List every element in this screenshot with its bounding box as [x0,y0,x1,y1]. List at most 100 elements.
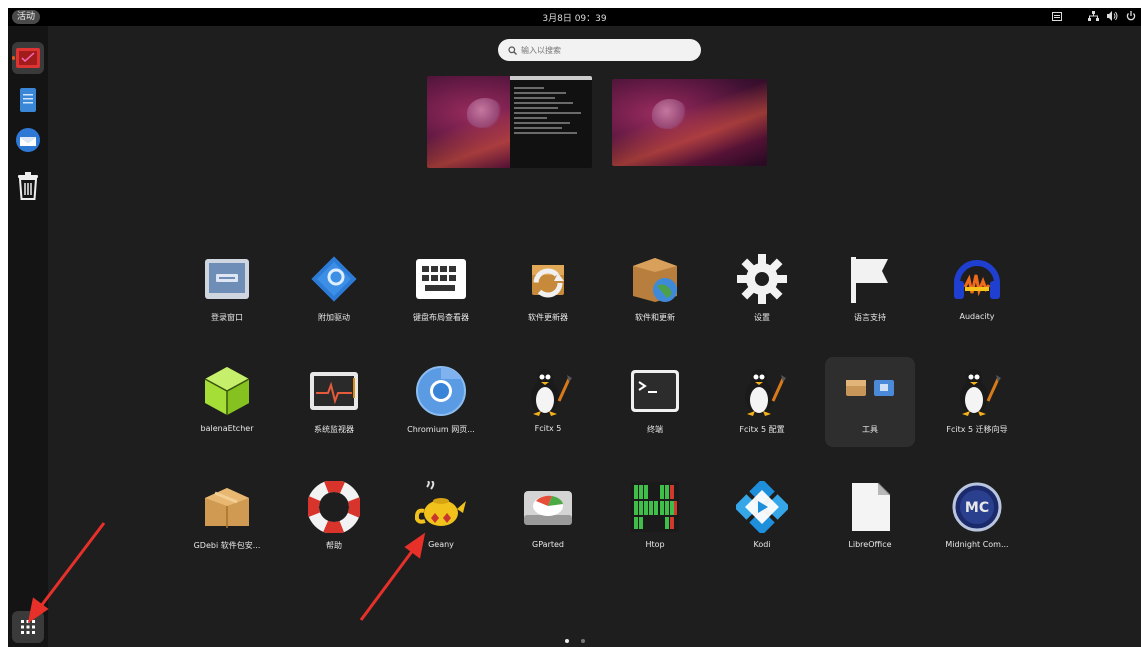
app-tile[interactable]: GDebi 软件包安... [182,473,272,563]
workspace-thumbnail-2[interactable] [612,79,767,166]
network-icon[interactable] [1087,10,1099,22]
fcitx-penguin-icon [522,365,574,417]
app-label: 工具 [862,425,878,434]
terminal-icon [629,365,681,417]
page-indicator [8,639,1141,643]
trash-icon [18,172,38,200]
fcitx-migrator-penguin-icon [951,365,1003,417]
app-label: LibreOffice [848,540,892,549]
htop-icon [629,481,681,533]
page-dot-1[interactable] [564,639,569,643]
balena-etcher-icon [201,365,253,417]
power-icon[interactable] [1125,10,1137,22]
app-grid-icon [21,620,35,634]
text-editor-icon [20,88,36,112]
app-tile[interactable]: GParted [503,473,593,563]
app-tile[interactable]: Chromium 网页... [396,357,486,447]
app-tile[interactable]: Htop [610,473,700,563]
top-bar: 活动 3月8日 09：39 [8,8,1141,26]
app-label: 系统监视器 [314,425,354,434]
app-tile[interactable]: balenaEtcher [182,357,272,447]
page-dot-2[interactable] [580,639,585,643]
midnight-commander-icon: MC [951,481,1003,533]
app-label: Audacity [959,312,995,321]
clock: 3月8日 09：39 [8,11,1141,24]
app-tile[interactable]: Kodi [717,473,807,563]
app-label: Htop [645,540,665,549]
app-label: GParted [532,540,564,549]
app-tile[interactable]: 语言支持 [825,245,915,335]
wallpaper-jellyfish [467,98,503,128]
app-label: Midnight Com... [945,540,1009,549]
dock-item-software[interactable] [12,42,44,74]
app-label: 登录窗口 [211,313,243,322]
app-tile[interactable]: Fcitx 5 配置 [717,357,807,447]
app-tile[interactable]: Geany [396,473,486,563]
app-tile[interactable]: 登录窗口 [182,245,272,335]
app-tile[interactable]: 键盘布局查看器 [396,245,486,335]
software-updater-icon [522,253,574,305]
search-icon [508,45,517,55]
search-input[interactable] [521,45,691,55]
app-label: Geany [428,540,454,549]
keyboard-icon [415,253,467,305]
app-tile[interactable]: Audacity [932,245,1022,335]
software-sources-icon [629,253,681,305]
additional-drivers-icon [308,253,360,305]
gnome-overview: 活动 3月8日 09：39 输入以搜索 登录窗口 附加驱动 键盘布局查看器 软件… [8,8,1141,647]
app-tile[interactable]: 软件更新器 [503,245,593,335]
volume-icon[interactable] [1106,10,1118,22]
dock-item-text-editor[interactable] [12,84,44,116]
app-tile[interactable]: 帮助 [289,473,379,563]
app-label: Kodi [753,540,771,549]
app-label: 语言支持 [854,313,886,322]
app-label: 终端 [647,425,663,434]
app-tile[interactable]: 工具 [825,357,915,447]
wallpaper-wave [612,79,767,166]
system-tray [1051,10,1137,22]
app-label: GDebi 软件包安... [193,541,261,550]
app-label: 附加驱动 [318,313,350,322]
app-label: Fcitx 5 [534,424,562,433]
settings-gear-icon [736,253,788,305]
search-bar[interactable] [498,39,701,61]
app-label: 软件更新器 [528,313,568,322]
activities-button[interactable]: 活动 [12,10,41,24]
app-tile[interactable]: MC Midnight Com... [932,473,1022,563]
help-lifebuoy-icon [308,481,360,533]
system-monitor-icon [308,365,360,417]
terminal-window-thumbnail[interactable] [510,76,592,168]
app-label: Chromium 网页... [407,425,475,434]
fcitx-config-penguin-icon [736,365,788,417]
gparted-disk-icon [522,481,574,533]
app-tile[interactable]: 附加驱动 [289,245,379,335]
app-tile[interactable]: Fcitx 5 [503,357,593,447]
app-label: 帮助 [326,541,342,550]
kodi-icon [736,481,788,533]
dock-item-trash[interactable] [12,170,44,202]
app-tile[interactable]: 设置 [717,245,807,335]
clock-text[interactable]: 3月8日 09：39 [542,14,606,24]
keyboard-indicator-icon[interactable] [1051,10,1063,22]
audacity-icon [951,253,1003,305]
app-tile[interactable]: Fcitx 5 迁移向导 [932,357,1022,447]
workspace-thumbnail-1[interactable] [427,76,592,168]
app-tile[interactable]: 软件和更新 [610,245,700,335]
svg-text:MC: MC [965,500,989,516]
dock [8,26,48,647]
ubuntu-software-icon [16,48,40,68]
app-tile[interactable]: 终端 [610,357,700,447]
gdebi-box-icon [201,481,253,533]
geany-teapot-icon [415,481,467,533]
app-tile[interactable]: 系统监视器 [289,357,379,447]
dock-item-thunderbird[interactable] [12,124,44,156]
wallpaper-jellyfish [652,99,688,129]
chromium-icon [415,365,467,417]
app-label: 键盘布局查看器 [413,313,469,322]
libreoffice-icon [844,481,896,533]
app-label: 设置 [754,313,770,322]
app-tile[interactable]: LibreOffice [825,473,915,563]
login-window-icon [201,253,253,305]
thunderbird-icon [16,128,40,152]
app-label: Fcitx 5 迁移向导 [946,425,1008,434]
